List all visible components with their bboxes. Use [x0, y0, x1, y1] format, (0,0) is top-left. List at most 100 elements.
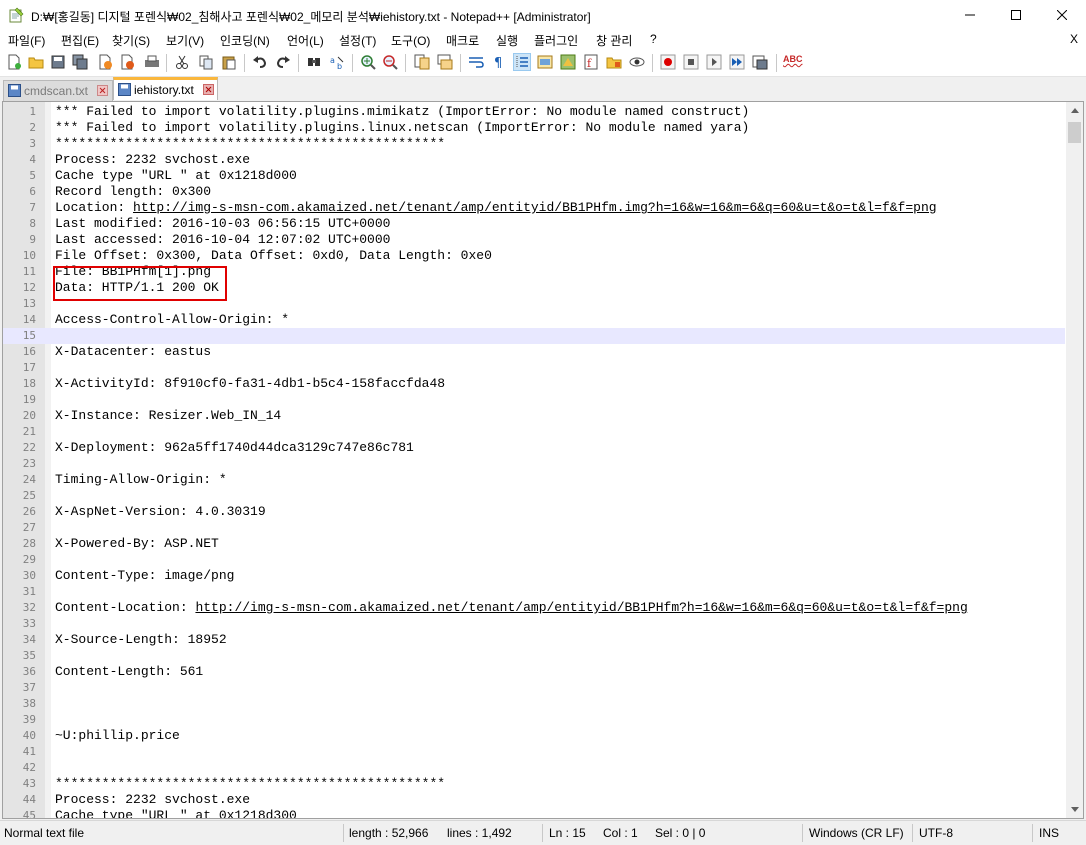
editor-line[interactable]: 8 Last modified: 2016-10-03 06:56:15 UTC+… — [3, 216, 1065, 232]
tab-close-icon[interactable] — [97, 85, 108, 96]
text-editor[interactable]: 1 *** Failed to import volatility.plugins… — [2, 101, 1084, 819]
editor-line[interactable]: 30 Content-Type: image/png — [3, 568, 1065, 584]
menu-help[interactable]: ? — [650, 32, 657, 46]
menu-window[interactable]: 창 관리 — [596, 32, 632, 49]
editor-line[interactable]: 34 X-Source-Length: 18952 — [3, 632, 1065, 648]
scroll-up-button[interactable] — [1066, 102, 1083, 119]
menu-edit[interactable]: 편집(E) — [61, 32, 99, 49]
editor-line[interactable]: 39 — [3, 712, 1065, 728]
spell-check-icon[interactable]: ABC — [783, 54, 803, 70]
record-macro-icon[interactable] — [660, 54, 676, 70]
tab-close-icon[interactable] — [203, 84, 214, 95]
play-macro-icon[interactable] — [706, 54, 722, 70]
stop-macro-icon[interactable] — [683, 54, 699, 70]
menu-search[interactable]: 찾기(S) — [112, 32, 150, 49]
editor-line[interactable]: 43 **************************************… — [3, 776, 1065, 792]
menu-settings[interactable]: 설정(T) — [339, 32, 376, 49]
close-window-button[interactable] — [1039, 0, 1085, 30]
menu-language[interactable]: 언어(L) — [287, 32, 324, 49]
save-macro-icon[interactable] — [752, 54, 768, 70]
zoom-out-icon[interactable] — [382, 54, 398, 70]
redo-icon[interactable] — [275, 54, 291, 70]
tab-iehistory[interactable]: iehistory.txt — [113, 77, 218, 100]
find-icon[interactable] — [306, 54, 322, 70]
editor-line[interactable]: 24 Timing-Allow-Origin: * — [3, 472, 1065, 488]
editor-line[interactable]: 31 — [3, 584, 1065, 600]
copy-icon[interactable] — [198, 54, 214, 70]
print-icon[interactable] — [144, 54, 160, 70]
run-macro-multiple-icon[interactable] — [729, 54, 745, 70]
scroll-down-button[interactable] — [1066, 801, 1083, 818]
function-list-icon[interactable]: f — [583, 54, 599, 70]
editor-line[interactable]: 27 — [3, 520, 1065, 536]
editor-line[interactable]: 10 File Offset: 0x300, Data Offset: 0xd0,… — [3, 248, 1065, 264]
save-icon[interactable] — [50, 54, 66, 70]
replace-icon[interactable]: ab — [329, 54, 345, 70]
vertical-scrollbar[interactable] — [1066, 102, 1083, 818]
close-file-icon[interactable] — [97, 54, 113, 70]
scrollbar-thumb[interactable] — [1068, 122, 1081, 143]
url-link[interactable]: http://img-s-msn-com.akamaized.net/tenan… — [133, 200, 937, 215]
word-wrap-icon[interactable] — [468, 54, 484, 70]
menu-view[interactable]: 보기(V) — [166, 32, 204, 49]
cut-icon[interactable] — [174, 54, 190, 70]
editor-line[interactable]: 23 — [3, 456, 1065, 472]
show-all-chars-icon[interactable]: ¶ — [491, 54, 507, 70]
close-document-button[interactable]: X — [1070, 32, 1078, 46]
editor-line[interactable]: 21 — [3, 424, 1065, 440]
maximize-button[interactable] — [993, 0, 1039, 30]
menu-file[interactable]: 파일(F) — [8, 32, 45, 49]
editor-line[interactable]: 42 — [3, 760, 1065, 776]
sync-vertical-icon[interactable] — [414, 54, 430, 70]
menu-plugins[interactable]: 플러그인 — [534, 32, 578, 49]
minimize-button[interactable] — [947, 0, 993, 30]
editor-line[interactable]: 40 ~U:phillip.price — [3, 728, 1065, 744]
paste-icon[interactable] — [221, 54, 237, 70]
editor-line[interactable]: 25 — [3, 488, 1065, 504]
sync-horizontal-icon[interactable] — [437, 54, 453, 70]
editor-line[interactable]: 20 X-Instance: Resizer.Web_IN_14 — [3, 408, 1065, 424]
editor-line[interactable]: 14 Access-Control-Allow-Origin: * — [3, 312, 1065, 328]
editor-line[interactable]: 29 — [3, 552, 1065, 568]
editor-line[interactable]: 32 Content-Location: http://img-s-msn-com… — [3, 600, 1065, 616]
url-link[interactable]: http://img-s-msn-com.akamaized.net/tenan… — [195, 600, 967, 615]
doc-map-icon[interactable] — [560, 54, 576, 70]
lang-icon[interactable] — [537, 54, 553, 70]
open-file-icon[interactable] — [28, 54, 44, 70]
editor-line[interactable]: 4 Process: 2232 svchost.exe — [3, 152, 1065, 168]
editor-line[interactable]: 38 — [3, 696, 1065, 712]
editor-line[interactable]: 36 Content-Length: 561 — [3, 664, 1065, 680]
new-file-icon[interactable] — [6, 54, 22, 70]
editor-line[interactable]: 41 — [3, 744, 1065, 760]
editor-line[interactable]: 33 — [3, 616, 1065, 632]
editor-line[interactable]: 2 *** Failed to import volatility.plugins… — [3, 120, 1065, 136]
editor-line[interactable]: 15 — [3, 328, 1065, 344]
editor-line[interactable]: 3 ***************************************… — [3, 136, 1065, 152]
zoom-in-icon[interactable] — [360, 54, 376, 70]
monitoring-icon[interactable] — [629, 54, 645, 70]
close-all-icon[interactable] — [119, 54, 135, 70]
editor-line[interactable]: 37 — [3, 680, 1065, 696]
editor-line[interactable]: 17 — [3, 360, 1065, 376]
editor-line[interactable]: 9 Last accessed: 2016-10-04 12:07:02 UTC+… — [3, 232, 1065, 248]
editor-line[interactable]: 22 X-Deployment: 962a5ff1740d44dca3129c74… — [3, 440, 1065, 456]
editor-line[interactable]: 26 X-AspNet-Version: 4.0.30319 — [3, 504, 1065, 520]
menu-macro[interactable]: 매크로 — [446, 32, 479, 49]
editor-line[interactable]: 19 — [3, 392, 1065, 408]
editor-line[interactable]: 1 *** Failed to import volatility.plugins… — [3, 104, 1065, 120]
editor-line[interactable]: 7 Location: http://img-s-msn-com.akamaize… — [3, 200, 1065, 216]
menu-tools[interactable]: 도구(O) — [391, 32, 430, 49]
save-all-icon[interactable] — [72, 54, 88, 70]
editor-line[interactable]: 18 X-ActivityId: 8f910cf0-fa31-4db1-b5c4-… — [3, 376, 1065, 392]
folder-workspace-icon[interactable] — [606, 54, 622, 70]
indent-guide-icon[interactable] — [513, 53, 531, 71]
undo-icon[interactable] — [252, 54, 268, 70]
tab-cmdscan[interactable]: cmdscan.txt — [3, 80, 113, 101]
editor-line[interactable]: 28 X-Powered-By: ASP.NET — [3, 536, 1065, 552]
editor-line[interactable]: 5 Cache type "URL " at 0x1218d000 — [3, 168, 1065, 184]
editor-line[interactable]: 44 Process: 2232 svchost.exe — [3, 792, 1065, 808]
editor-line[interactable]: 16 X-Datacenter: eastus — [3, 344, 1065, 360]
editor-line[interactable]: 45 Cache type "URL " at 0x1218d300 — [3, 808, 1065, 818]
menu-encoding[interactable]: 인코딩(N) — [220, 32, 270, 49]
editor-line[interactable]: 35 — [3, 648, 1065, 664]
